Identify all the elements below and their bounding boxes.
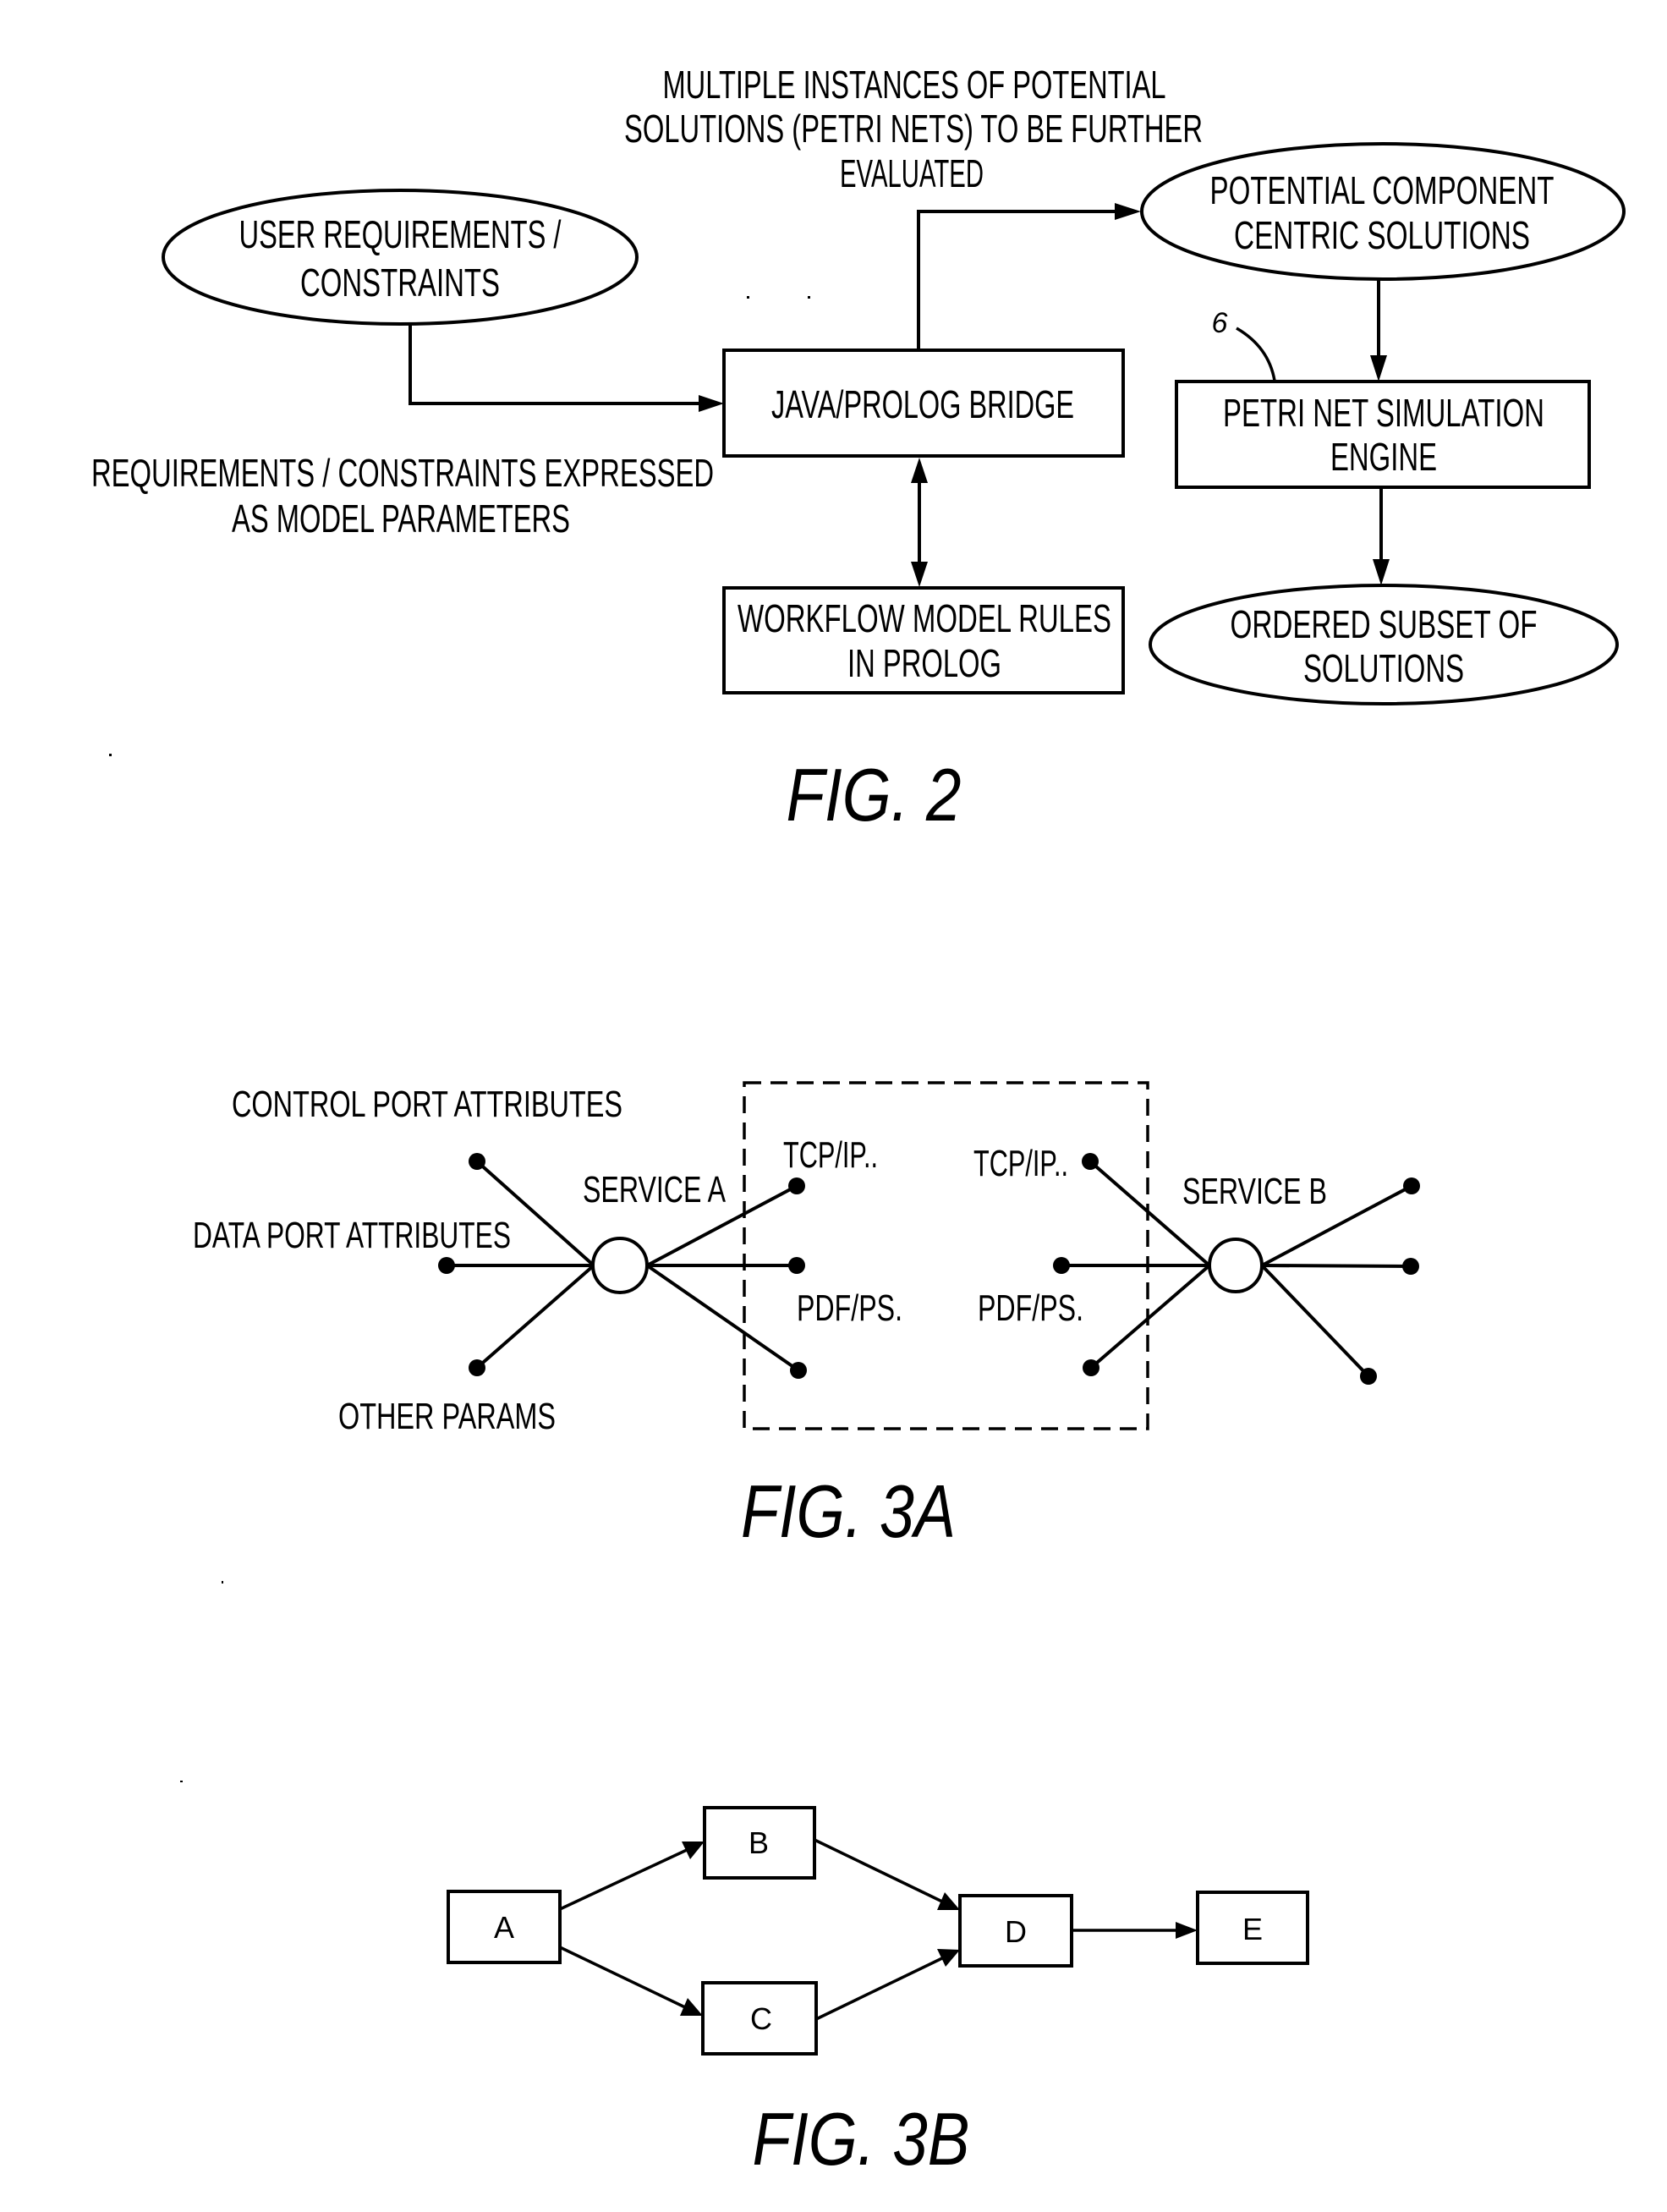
node-label-line: JAVA/PROLOG BRIDGE [771,382,1074,426]
node-label: C [750,2001,772,2036]
node-java-prolog-bridge: JAVA/PROLOG BRIDGE [722,349,1125,458]
node-d: D [958,1894,1073,1968]
edge-bridge-to-potential-solutions [917,203,1141,350]
connector-line [917,210,1118,350]
leader-line [1236,327,1276,381]
service-a-node [591,1237,649,1294]
arrowhead-up-icon [911,458,928,483]
annotation-requirements-expressed: REQUIREMENTS / CONSTRAINTS EXPRESSED AS … [91,451,714,541]
edge-engine-to-ordered-subset [1373,487,1390,585]
edge-b-d [814,1838,943,1903]
arrowhead-icon [1370,355,1387,381]
figure-3a: CONTROL PORT ATTRIBUTES DATA PORT ATTRIB… [193,1081,1420,1553]
edge-a-b [559,1848,688,1911]
figure-caption: FIG. 2 [787,753,962,837]
port-line-in-other [1089,1264,1211,1369]
port-dot-icon [1053,1257,1070,1274]
speck [747,296,749,299]
label-service-b: SERVICE B [1182,1171,1327,1212]
node-label-line: USER REQUIREMENTS / [239,212,562,256]
reference-numeral-6: 6 [1212,307,1276,381]
node-label: B [749,1825,769,1860]
annotation-line: MULTIPLE INSTANCES OF POTENTIAL [663,63,1166,107]
speck [222,1581,223,1584]
arrowhead-icon [1115,203,1141,220]
port-line-out-mid [1261,1264,1412,1268]
node-user-requirements: USER REQUIREMENTS / CONSTRAINTS [162,189,639,326]
edge-a-c [559,1946,686,2009]
port-dot-icon [1360,1368,1377,1385]
annotation-multiple-instances: MULTIPLE INSTANCES OF POTENTIAL SOLUTION… [624,63,1203,195]
annotation-line: EVALUATED [840,151,984,195]
node-label: E [1242,1912,1263,1946]
speck [180,1781,183,1782]
label-tcp-ip-a: TCP/IP.. [783,1134,878,1176]
arrowhead-icon [1373,559,1390,585]
node-label-line: ORDERED SUBSET OF [1231,602,1538,646]
port-dot-icon [788,1177,805,1194]
arrowhead-icon [1176,1922,1198,1939]
node-label: D [1005,1914,1027,1949]
node-label-line: PETRI NET SIMULATION [1223,391,1544,435]
label-other-params: OTHER PARAMS [338,1396,556,1437]
label-pdf-ps-b: PDF/PS. [978,1287,1083,1329]
node-label-line: POTENTIAL COMPONENT [1210,168,1555,212]
port-dot-icon [1403,1177,1420,1194]
node-label-line: SOLUTIONS [1303,646,1464,690]
node-ordered-subset: ORDERED SUBSET OF SOLUTIONS [1149,584,1619,705]
node-label-line: WORKFLOW MODEL RULES [738,596,1111,640]
figure-caption: FIG. 3A [741,1469,956,1553]
node-label-line: CONSTRAINTS [300,261,500,305]
node-b: B [703,1806,816,1880]
node-a: A [447,1890,562,1964]
edge-user-requirements-to-bridge [409,324,724,412]
edge-solutions-to-engine [1370,279,1387,381]
figure-3b: A B C D E FIG. 3B [447,1806,1309,2181]
edge-bridge-workflow-bidirectional [911,458,928,587]
node-potential-solutions: POTENTIAL COMPONENT CENTRIC SOLUTIONS [1140,142,1626,281]
connector-line [409,324,702,405]
node-label-line: IN PROLOG [847,641,1001,685]
speck [109,754,112,756]
label-pdf-ps-a: PDF/PS. [797,1287,902,1329]
node-workflow-model-rules: WORKFLOW MODEL RULES IN PROLOG [722,586,1125,694]
speck [808,296,810,299]
annotation-line: AS MODEL PARAMETERS [232,497,570,541]
arrowhead-down-icon [911,562,928,587]
arrowhead-icon [699,395,724,412]
figure-caption: FIG. 3B [753,2097,970,2181]
label-service-a: SERVICE A [583,1169,726,1210]
port-dot-icon [438,1257,455,1274]
port-dot-icon [790,1362,807,1379]
label-control-port-attributes: CONTROL PORT ATTRIBUTES [232,1084,622,1125]
port-dot-icon [788,1257,805,1274]
port-dot-icon [469,1359,485,1376]
port-dot-icon [1083,1359,1099,1376]
port-line-out-other [645,1264,800,1372]
label-tcp-ip-b: TCP/IP.. [973,1143,1068,1184]
node-label-line: CENTRIC SOLUTIONS [1234,213,1530,257]
port-line-out-bottom [1260,1264,1370,1378]
port-dot-icon [1082,1153,1099,1170]
figure-2: MULTIPLE INSTANCES OF POTENTIAL SOLUTION… [91,63,1626,837]
annotation-line: SOLUTIONS (PETRI NETS) TO BE FURTHER [624,107,1203,151]
label-data-port-attributes: DATA PORT ATTRIBUTES [193,1215,511,1256]
edges-3b [559,1838,1198,2021]
node-petri-net-engine: PETRI NET SIMULATION ENGINE [1175,380,1591,489]
port-dot-icon [469,1153,485,1170]
node-e: E [1196,1891,1309,1965]
annotation-line: REQUIREMENTS / CONSTRAINTS EXPRESSED [91,451,714,495]
service-b-node [1208,1238,1264,1293]
node-label-line: ENGINE [1330,435,1437,479]
reference-numeral: 6 [1212,307,1228,339]
node-c: C [701,1981,818,2056]
patent-drawing-sheet: MULTIPLE INSTANCES OF POTENTIAL SOLUTION… [91,63,1626,2181]
port-dot-icon [1402,1258,1419,1275]
port-line-other [475,1264,595,1369]
node-label: A [494,1910,514,1945]
edge-c-d [815,1957,943,2021]
